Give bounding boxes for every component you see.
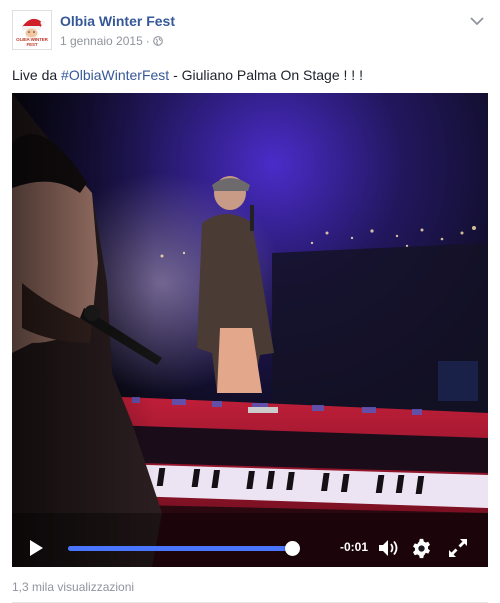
play-icon[interactable] bbox=[28, 539, 44, 557]
chevron-down-icon[interactable] bbox=[470, 16, 484, 26]
time-remaining: -0:01 bbox=[340, 540, 369, 554]
gear-icon[interactable] bbox=[411, 538, 432, 559]
hashtag-link[interactable]: #OlbiaWinterFest bbox=[61, 67, 169, 83]
post-message: Live da #OlbiaWinterFest - Giuliano Palm… bbox=[12, 67, 363, 83]
meta-separator: · bbox=[145, 34, 150, 48]
video-player[interactable]: -0:01 bbox=[12, 93, 488, 567]
volume-icon[interactable] bbox=[378, 539, 400, 557]
progress-bar[interactable] bbox=[68, 541, 300, 556]
message-suffix: - Giuliano Palma On Stage ! ! ! bbox=[169, 67, 363, 83]
avatar-text: OLBIA WINTER FEST bbox=[16, 37, 48, 47]
message-prefix: Live da bbox=[12, 67, 62, 83]
page-name-link[interactable]: Olbia Winter Fest bbox=[60, 13, 175, 29]
globe-icon[interactable] bbox=[152, 36, 163, 46]
progress-fill bbox=[68, 546, 292, 551]
progress-handle[interactable] bbox=[284, 541, 300, 556]
video-controls: -0:01 bbox=[12, 529, 488, 567]
post-header: OLBIA WINTER FEST Olbia Winter Fest 1 ge… bbox=[12, 10, 488, 52]
view-count: 1,3 mila visualizzazioni bbox=[12, 580, 135, 594]
post-date[interactable]: 1 gennaio 2015 bbox=[60, 34, 143, 48]
video-frame bbox=[12, 93, 488, 567]
video-post: OLBIA WINTER FEST Olbia Winter Fest 1 ge… bbox=[0, 0, 500, 603]
fullscreen-icon[interactable] bbox=[448, 538, 468, 558]
post-meta: 1 gennaio 2015 · bbox=[60, 34, 163, 48]
page-avatar[interactable]: OLBIA WINTER FEST bbox=[12, 10, 52, 50]
